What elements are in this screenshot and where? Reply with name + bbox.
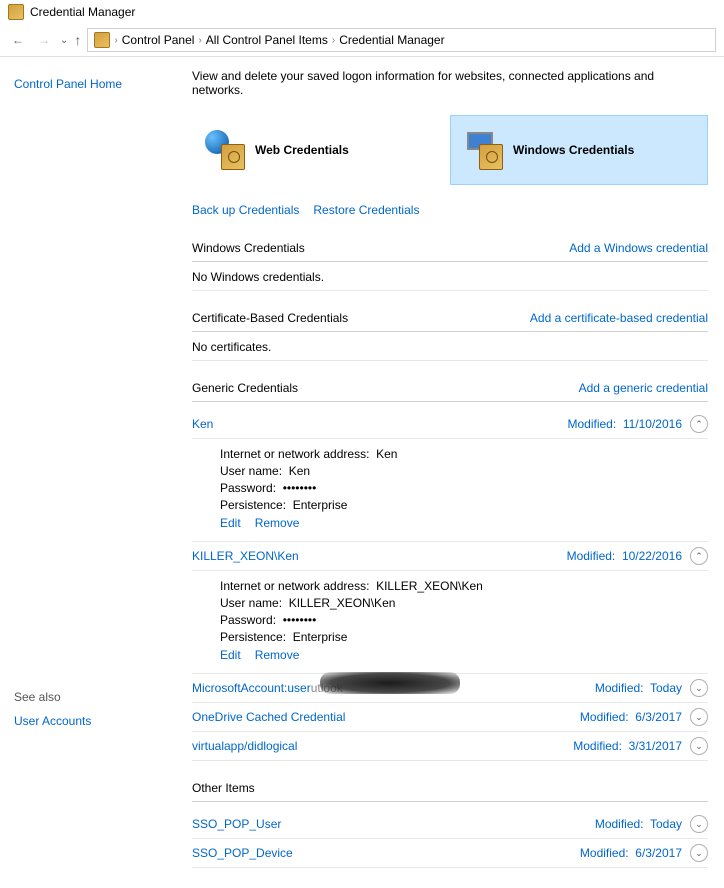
breadcrumb-item[interactable]: All Control Panel Items — [206, 33, 328, 47]
section-title: Windows Credentials — [192, 241, 305, 255]
history-dropdown[interactable]: ⌄ — [60, 35, 68, 46]
credential-name[interactable]: SSO_POP_User — [192, 817, 281, 831]
sidebar: Control Panel Home See also User Account… — [0, 57, 180, 888]
location-icon — [94, 32, 110, 48]
credential-persistence: Persistence: Enterprise — [220, 498, 708, 512]
credential-detail: Internet or network address: KILLER_XEON… — [192, 571, 708, 674]
add-certificate-credential-link[interactable]: Add a certificate-based credential — [530, 311, 708, 325]
modified-label: Modified: 10/22/2016 — [567, 549, 682, 563]
windows-credentials-icon — [463, 130, 503, 170]
chevron-down-icon[interactable]: ⌄ — [690, 679, 708, 697]
remove-credential-link[interactable]: Remove — [255, 648, 300, 662]
remove-credential-link[interactable]: Remove — [255, 516, 300, 530]
chevron-down-icon[interactable]: ⌄ — [690, 737, 708, 755]
modified-label: Modified: 3/31/2017 — [573, 739, 682, 753]
windows-credentials-section: Windows Credentials Add a Windows creden… — [192, 241, 708, 291]
titlebar: Credential Manager — [0, 0, 724, 24]
credential-name[interactable]: MicrosoftAccount:userutlook — [192, 681, 343, 695]
chevron-down-icon[interactable]: ⌄ — [690, 815, 708, 833]
other-items-section: Other Items SSO_POP_User Modified: Today ⌄… — [192, 781, 708, 868]
certificate-credentials-section: Certificate-Based Credentials Add a cert… — [192, 311, 708, 361]
modified-label: Modified: 6/3/2017 — [580, 846, 682, 860]
credential-password: Password: •••••••• — [220, 481, 708, 495]
user-accounts-link[interactable]: User Accounts — [14, 714, 91, 728]
windows-credentials-tile[interactable]: Windows Credentials — [450, 115, 708, 185]
credential-row[interactable]: SSO_POP_User Modified: Today ⌄ — [192, 810, 708, 839]
credential-password: Password: •••••••• — [220, 613, 708, 627]
chevron-up-icon[interactable]: ⌃ — [690, 547, 708, 565]
main-content: View and delete your saved logon informa… — [180, 57, 724, 888]
web-credentials-tile[interactable]: Web Credentials — [192, 115, 450, 185]
credential-persistence: Persistence: Enterprise — [220, 630, 708, 644]
add-generic-credential-link[interactable]: Add a generic credential — [579, 381, 708, 395]
web-credentials-icon — [205, 130, 245, 170]
credential-detail: Internet or network address: Ken User nam… — [192, 439, 708, 542]
breadcrumb[interactable]: › Control Panel › All Control Panel Item… — [87, 28, 716, 52]
chevron-down-icon[interactable]: ⌄ — [690, 708, 708, 726]
credential-row[interactable]: virtualapp/didlogical Modified: 3/31/2017… — [192, 732, 708, 761]
tile-label: Windows Credentials — [513, 143, 634, 157]
credential-username: User name: Ken — [220, 464, 708, 478]
back-button[interactable]: ← — [8, 30, 28, 50]
section-title: Certificate-Based Credentials — [192, 311, 348, 325]
edit-credential-link[interactable]: Edit — [220, 516, 241, 530]
modified-label: Modified: 6/3/2017 — [580, 710, 682, 724]
modified-label: Modified: Today — [595, 817, 682, 831]
chevron-down-icon[interactable]: ⌄ — [690, 844, 708, 862]
modified-label: Modified: 11/10/2016 — [567, 417, 682, 431]
chevron-up-icon[interactable]: ⌃ — [690, 415, 708, 433]
credential-name[interactable]: Ken — [192, 417, 213, 431]
credential-row[interactable]: SSO_POP_Device Modified: 6/3/2017 ⌄ — [192, 839, 708, 868]
chevron-right-icon: › — [198, 35, 201, 46]
breadcrumb-item[interactable]: Credential Manager — [339, 33, 444, 47]
navbar: ← → ⌄ ↑ › Control Panel › All Control Pa… — [0, 24, 724, 57]
edit-credential-link[interactable]: Edit — [220, 648, 241, 662]
credential-actions: Back up Credentials Restore Credentials — [192, 203, 708, 217]
section-title: Other Items — [192, 781, 255, 795]
modified-label: Modified: Today — [595, 681, 682, 695]
control-panel-home-link[interactable]: Control Panel Home — [14, 77, 166, 91]
see-also-heading: See also — [14, 690, 91, 704]
intro-text: View and delete your saved logon informa… — [192, 69, 708, 97]
tile-label: Web Credentials — [255, 143, 349, 157]
restore-credentials-link[interactable]: Restore Credentials — [313, 203, 419, 217]
credential-username: User name: KILLER_XEON\Ken — [220, 596, 708, 610]
empty-message: No certificates. — [192, 340, 708, 361]
breadcrumb-item[interactable]: Control Panel — [122, 33, 195, 47]
credential-name[interactable]: virtualapp/didlogical — [192, 739, 297, 753]
credential-name[interactable]: KILLER_XEON\Ken — [192, 549, 299, 563]
credential-row[interactable]: OneDrive Cached Credential Modified: 6/3/… — [192, 703, 708, 732]
credential-address: Internet or network address: KILLER_XEON… — [220, 579, 708, 593]
forward-button[interactable]: → — [34, 30, 54, 50]
credential-name[interactable]: OneDrive Cached Credential — [192, 710, 345, 724]
chevron-right-icon: › — [332, 35, 335, 46]
credential-manager-icon — [8, 4, 24, 20]
credential-address: Internet or network address: Ken — [220, 447, 708, 461]
credential-type-tiles: Web Credentials Windows Credentials — [192, 115, 708, 185]
credential-name[interactable]: SSO_POP_Device — [192, 846, 293, 860]
credential-row[interactable]: MicrosoftAccount:userutlook Modified: Tod… — [192, 674, 708, 703]
section-title: Generic Credentials — [192, 381, 298, 395]
chevron-right-icon: › — [114, 35, 117, 46]
add-windows-credential-link[interactable]: Add a Windows credential — [569, 241, 708, 255]
backup-credentials-link[interactable]: Back up Credentials — [192, 203, 299, 217]
credential-row[interactable]: KILLER_XEON\Ken Modified: 10/22/2016 ⌃ — [192, 542, 708, 571]
generic-credentials-section: Generic Credentials Add a generic creden… — [192, 381, 708, 761]
window-title: Credential Manager — [30, 5, 135, 19]
credential-row[interactable]: Ken Modified: 11/10/2016 ⌃ — [192, 410, 708, 439]
empty-message: No Windows credentials. — [192, 270, 708, 291]
up-button[interactable]: ↑ — [74, 32, 81, 48]
